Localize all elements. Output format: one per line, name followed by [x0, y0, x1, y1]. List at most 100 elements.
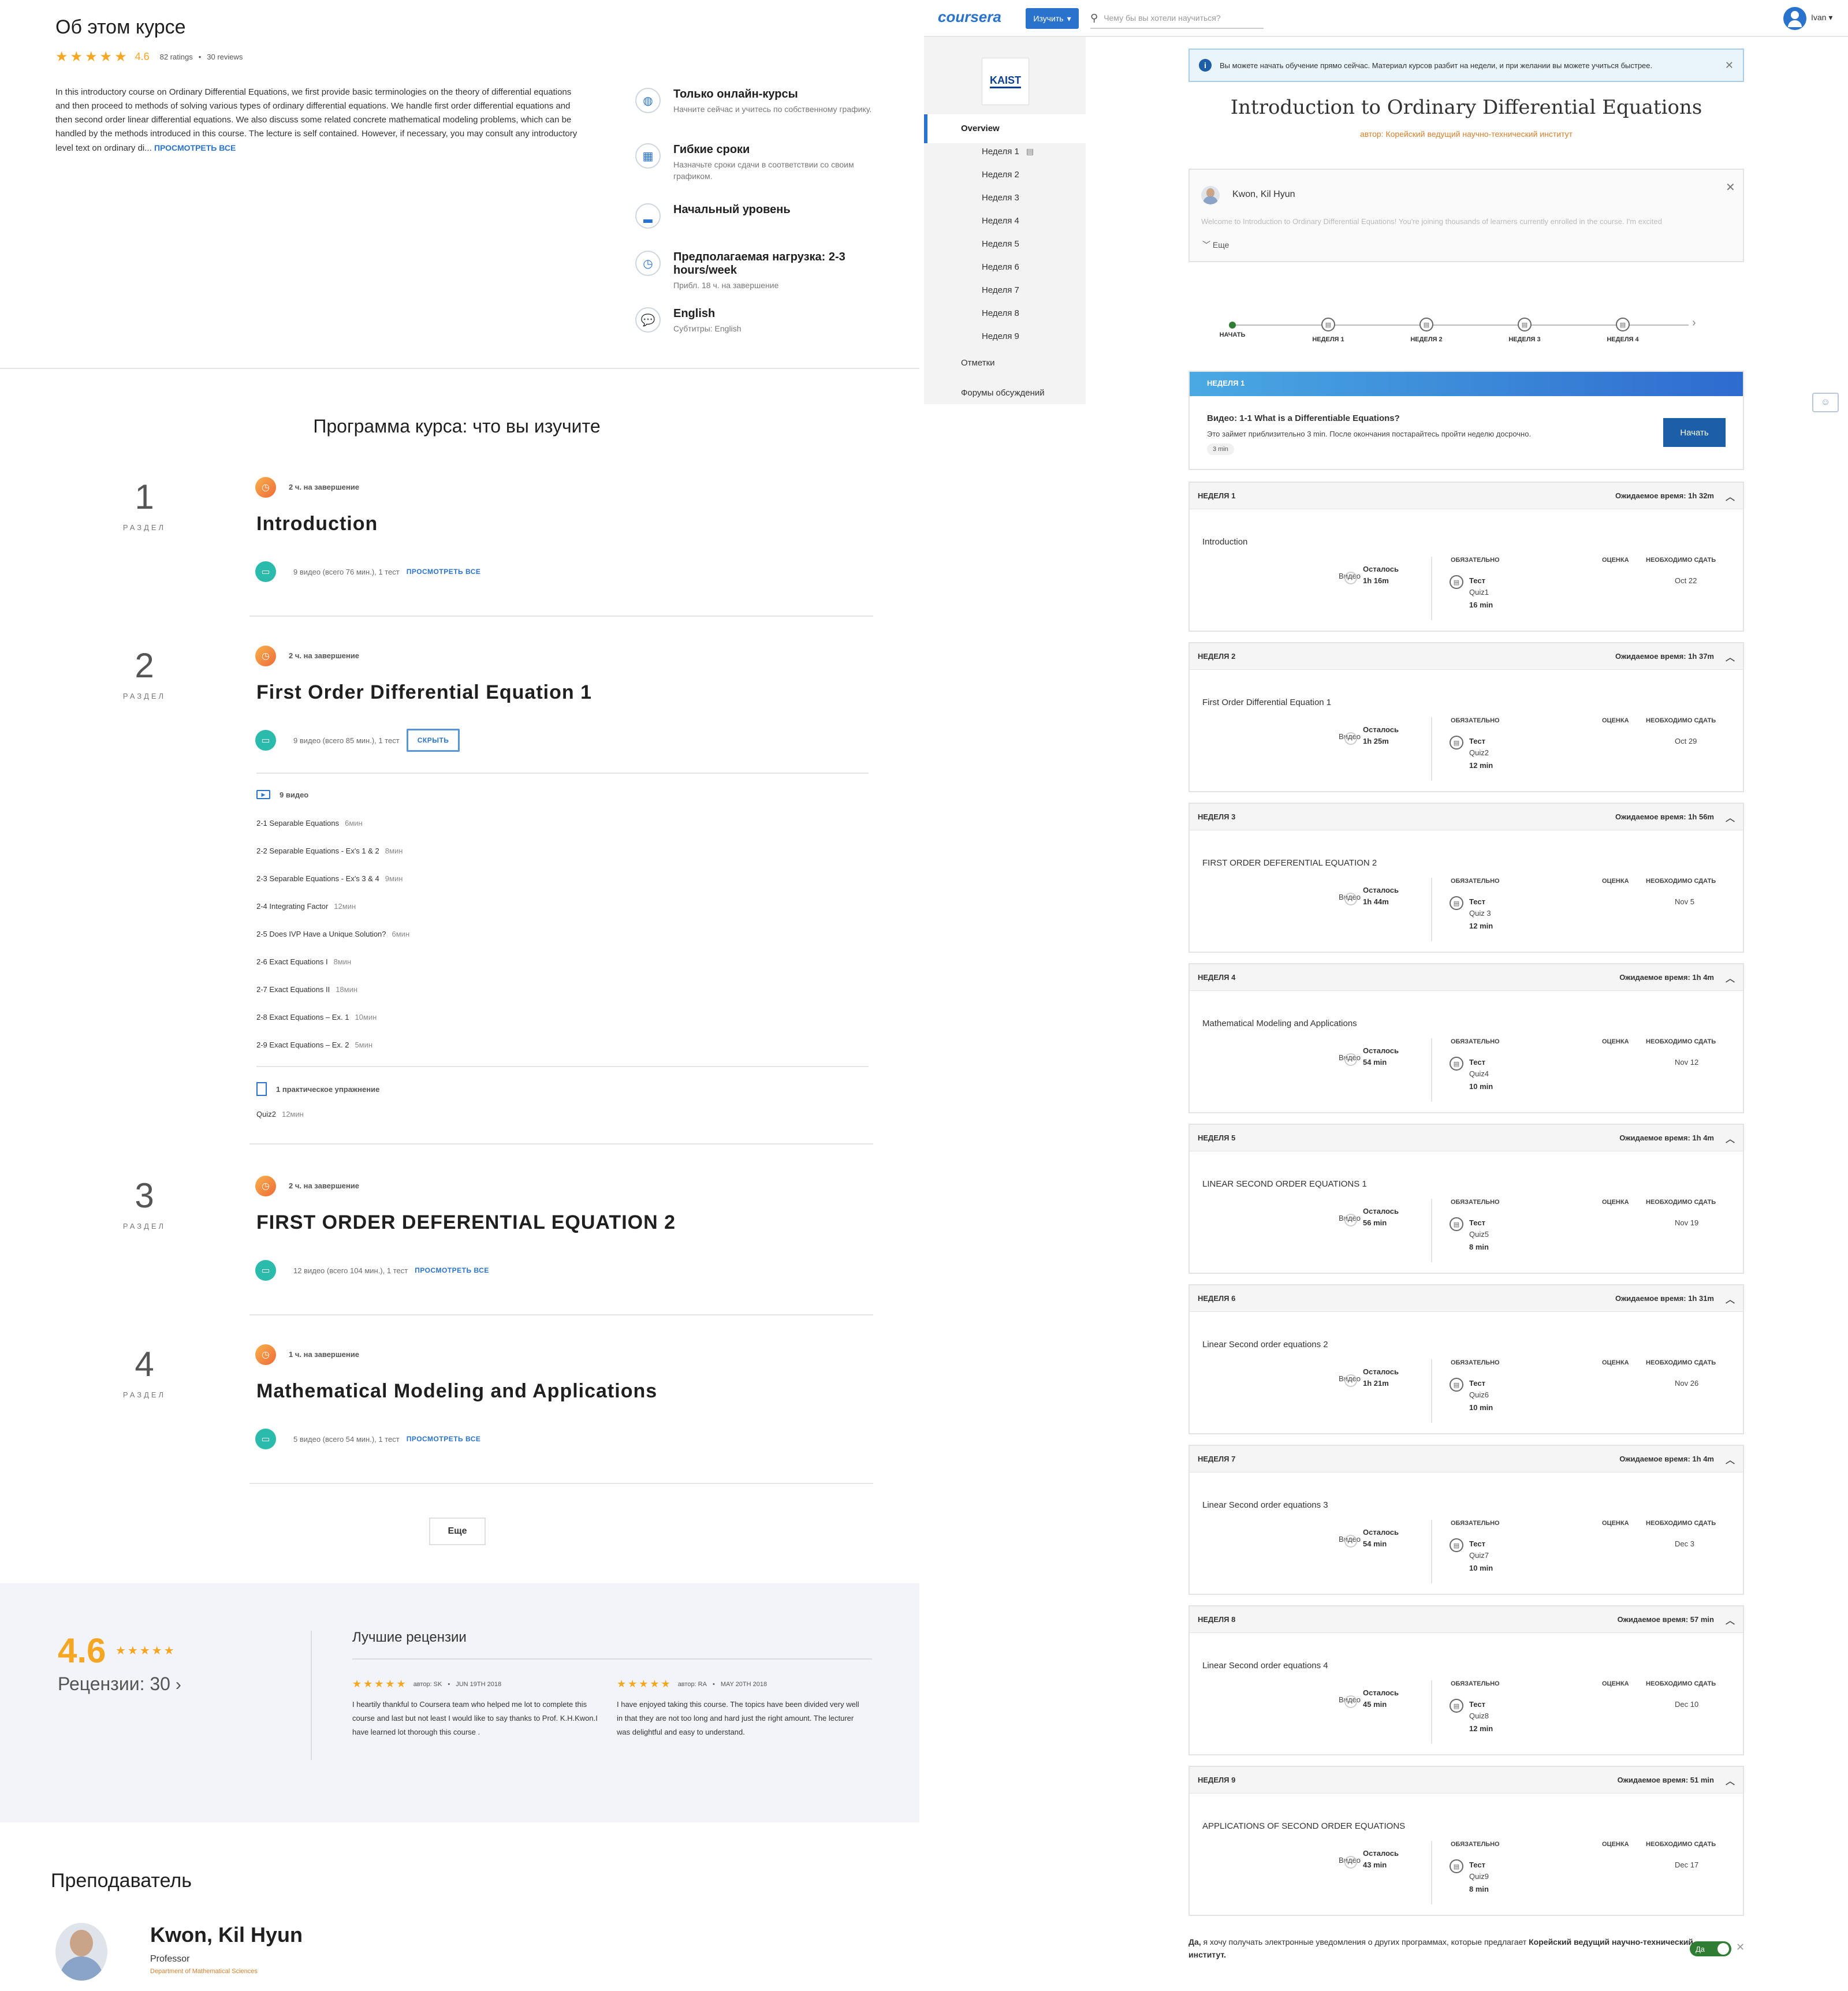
week-header[interactable]: НЕДЕЛЯ 2 Ожидаемое время: 1h 37m ︿ — [1190, 643, 1743, 670]
quiz-name[interactable]: Quiz 3 — [1469, 909, 1491, 918]
sidebar-item-week-8[interactable]: Неделя 8 — [982, 308, 1019, 318]
chevron-up-icon[interactable]: ︿ — [1726, 1131, 1735, 1145]
video-item[interactable]: 2-8 Exact Equations – Ex. 1 10мин — [256, 1013, 377, 1021]
sidebar-item-week-1[interactable]: Неделя 1 ▤ — [982, 147, 1034, 156]
quiz-time: 10 min — [1469, 1403, 1493, 1412]
week-topic[interactable]: LINEAR SECOND ORDER EQUATIONS 1 — [1202, 1179, 1367, 1189]
sidebar-item-week-6[interactable]: Неделя 6 — [982, 262, 1019, 272]
module-title[interactable]: FIRST ORDER DEFERENTIAL EQUATION 2 — [256, 1211, 676, 1234]
sidebar-item-week-9[interactable]: Неделя 9 — [982, 331, 1019, 341]
week-header[interactable]: НЕДЕЛЯ 4 Ожидаемое время: 1h 4m ︿ — [1190, 964, 1743, 991]
week-topic[interactable]: Linear Second order equations 4 — [1202, 1661, 1328, 1671]
close-icon[interactable]: ✕ — [1736, 1941, 1745, 1953]
course-author[interactable]: автор: Корейский ведущий научно-техничес… — [1188, 129, 1744, 139]
module-title[interactable]: Introduction — [256, 513, 378, 535]
video-item[interactable]: 2-7 Exact Equations II 18мин — [256, 985, 357, 994]
practice-item[interactable]: Quiz2 12мин — [256, 1110, 304, 1118]
kaist-logo[interactable]: KAIST — [982, 58, 1029, 105]
sidebar-item-forums[interactable]: Форумы обсуждений — [961, 388, 1045, 398]
document-icon — [256, 1082, 267, 1096]
welcome-more-link[interactable]: ﹀ Еще — [1202, 239, 1229, 251]
video-item[interactable]: 2-3 Separable Equations - Ex's 3 & 4 9мин — [256, 874, 403, 883]
sidebar-item-week-2[interactable]: Неделя 2 — [982, 170, 1019, 180]
quiz-name[interactable]: Quiz9 — [1469, 1872, 1489, 1881]
next-video-title[interactable]: Видео: 1-1 What is a Differentiable Equa… — [1207, 413, 1400, 423]
week-header[interactable]: НЕДЕЛЯ 6 Ожидаемое время: 1h 31m ︿ — [1190, 1285, 1743, 1312]
section-label: РАЗДЕЛ — [122, 692, 166, 700]
week-header[interactable]: НЕДЕЛЯ 8 Ожидаемое время: 57 min ︿ — [1190, 1606, 1743, 1633]
video-item[interactable]: 2-4 Integrating Factor 12мин — [256, 902, 356, 911]
sidebar-item-week-3[interactable]: Неделя 3 — [982, 193, 1019, 203]
video-item[interactable]: 2-1 Separable Equations 6мин — [256, 819, 363, 827]
quiz-name[interactable]: Quiz2 — [1469, 748, 1489, 757]
close-icon[interactable]: ✕ — [1725, 59, 1734, 72]
quiz-name[interactable]: Quiz6 — [1469, 1390, 1489, 1399]
video-item[interactable]: 2-5 Does IVP Have a Unique Solution? 6мин — [256, 930, 409, 938]
view-all-link[interactable]: ПРОСМОТРЕТЬ ВСЕ — [407, 568, 481, 576]
chevron-right-icon[interactable]: › — [1692, 316, 1696, 330]
user-avatar-icon[interactable] — [1783, 7, 1806, 30]
module-title[interactable]: First Order Differential Equation 1 — [256, 681, 592, 704]
user-menu[interactable]: Ivan ▾ — [1811, 13, 1832, 23]
reviews-count-link[interactable]: Рецензии: 30 › — [58, 1673, 181, 1695]
sidebar-item-week-5[interactable]: Неделя 5 — [982, 239, 1019, 249]
view-all-link[interactable]: ПРОСМОТРЕТЬ ВСЕ — [415, 1266, 489, 1274]
instructor-dept[interactable]: Department of Mathematical Sciences — [150, 1968, 258, 1975]
view-all-link[interactable]: ПРОСМОТРЕТЬ ВСЕ — [407, 1435, 481, 1443]
divider — [256, 773, 869, 774]
week-label: НЕДЕЛЯ 3 — [1198, 812, 1236, 821]
quiz-name[interactable]: Quiz7 — [1469, 1551, 1489, 1560]
test-label: Тест — [1469, 1218, 1485, 1227]
quiz-name[interactable]: Quiz5 — [1469, 1230, 1489, 1239]
coursera-logo[interactable]: coursera — [938, 8, 1001, 26]
sidebar-item-grades[interactable]: Отметки — [961, 358, 995, 368]
week-header[interactable]: НЕДЕЛЯ 7 Ожидаемое время: 1h 4m ︿ — [1190, 1446, 1743, 1472]
chevron-up-icon[interactable]: ︿ — [1726, 810, 1735, 824]
chevron-up-icon[interactable]: ︿ — [1726, 971, 1735, 985]
quiz-name[interactable]: Quiz1 — [1469, 588, 1489, 596]
week-header[interactable]: НЕДЕЛЯ 1 Ожидаемое время: 1h 32m ︿ — [1190, 483, 1743, 509]
section-label: РАЗДЕЛ — [122, 1390, 166, 1399]
week-header[interactable]: НЕДЕЛЯ 5 Ожидаемое время: 1h 4m ︿ — [1190, 1125, 1743, 1151]
sidebar-item-week-7[interactable]: Неделя 7 — [982, 285, 1019, 295]
week-topic[interactable]: Introduction — [1202, 537, 1247, 547]
week-topic[interactable]: FIRST ORDER DEFERENTIAL EQUATION 2 — [1202, 858, 1377, 868]
sidebar-item-overview[interactable]: Overview — [924, 114, 1086, 143]
sidebar-item-week-4[interactable]: Неделя 4 — [982, 216, 1019, 226]
video-item[interactable]: 2-2 Separable Equations - Ex's 1 & 2 8мин — [256, 847, 403, 855]
week-header[interactable]: НЕДЕЛЯ 3 Ожидаемое время: 1h 56m ︿ — [1190, 804, 1743, 830]
week-topic[interactable]: Mathematical Modeling and Applications — [1202, 1019, 1357, 1028]
instructor-avatar[interactable] — [55, 1923, 107, 1981]
week-topic[interactable]: Linear Second order equations 3 — [1202, 1500, 1328, 1510]
search-box[interactable]: ⚲ Чему бы вы хотели научиться? — [1090, 8, 1264, 29]
feedback-icon[interactable]: ☺ — [1812, 393, 1839, 412]
start-button[interactable]: Начать — [1663, 418, 1726, 447]
chevron-up-icon[interactable]: ︿ — [1726, 489, 1735, 503]
module-title[interactable]: Mathematical Modeling and Applications — [256, 1380, 657, 1403]
progress-ring-icon — [1344, 1856, 1357, 1869]
quiz-name[interactable]: Quiz8 — [1469, 1712, 1489, 1720]
close-icon[interactable]: ✕ — [1726, 180, 1735, 195]
week-header[interactable]: НЕДЕЛЯ 9 Ожидаемое время: 51 min ︿ — [1190, 1767, 1743, 1794]
instructor-name[interactable]: Kwon, Kil Hyun — [150, 1923, 303, 1947]
user-name[interactable]: Ivan — [1811, 13, 1826, 22]
chevron-up-icon[interactable]: ︿ — [1726, 1773, 1735, 1787]
chevron-up-icon[interactable]: ︿ — [1726, 1452, 1735, 1466]
chevron-up-icon[interactable]: ︿ — [1726, 650, 1735, 663]
reviews-count-label[interactable]: Рецензии: 30 — [58, 1673, 170, 1694]
quiz-name[interactable]: Quiz4 — [1469, 1069, 1489, 1078]
week-topic[interactable]: Linear Second order equations 2 — [1202, 1340, 1328, 1349]
week-topic[interactable]: First Order Differential Equation 1 — [1202, 698, 1331, 707]
remaining-label: Осталось — [1363, 1528, 1399, 1537]
week-topic[interactable]: APPLICATIONS OF SECOND ORDER EQUATIONS — [1202, 1821, 1405, 1831]
video-item[interactable]: 2-9 Exact Equations – Ex. 2 5мин — [256, 1041, 372, 1049]
more-modules-button[interactable]: Еще — [429, 1518, 486, 1545]
chevron-up-icon[interactable]: ︿ — [1726, 1613, 1735, 1627]
hide-button[interactable]: СКРЫТЬ — [406, 729, 460, 752]
view-all-link[interactable]: ПРОСМОТРЕТЬ ВСЕ — [154, 143, 236, 152]
chevron-up-icon[interactable]: ︿ — [1726, 1292, 1735, 1306]
consent-toggle[interactable]: Да — [1690, 1941, 1731, 1956]
video-item[interactable]: 2-6 Exact Equations I 8мин — [256, 957, 351, 966]
explore-button[interactable]: Изучить ▾ — [1026, 8, 1079, 29]
search-input[interactable]: Чему бы вы хотели научиться? — [1104, 13, 1220, 23]
